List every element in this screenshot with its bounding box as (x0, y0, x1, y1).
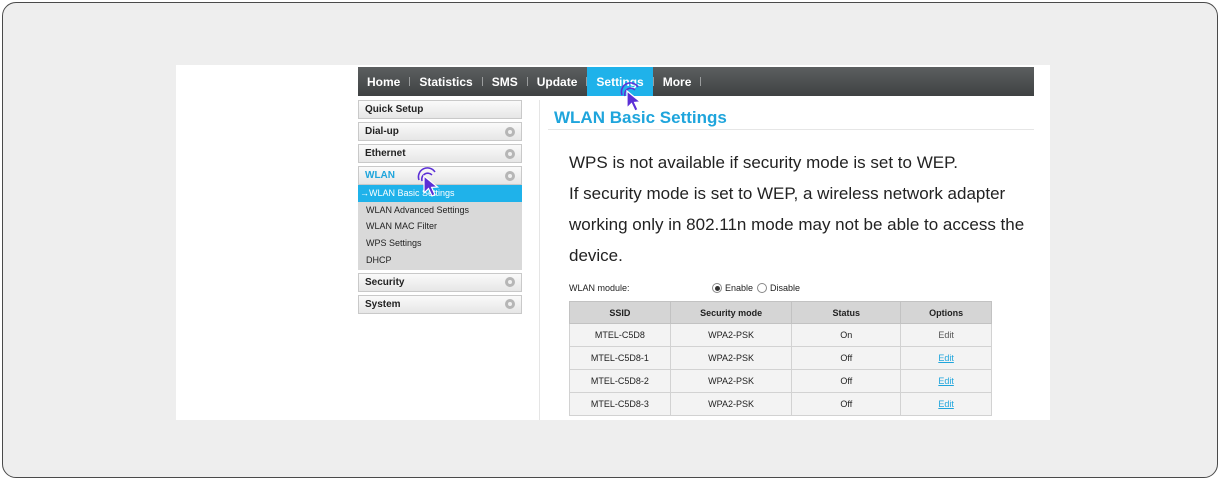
wlan-module-row: WLAN module: Enable Disable (569, 283, 804, 293)
nav-separator (700, 77, 702, 86)
submenu-wlan-advanced-settings[interactable]: WLAN Advanced Settings (358, 202, 522, 219)
ssid-cell: MTEL-C5D8-2 (569, 369, 671, 393)
header-security-mode: Security mode (669, 301, 793, 324)
ssid-cell: MTEL-C5D8-3 (569, 392, 671, 416)
nav-more[interactable]: More (654, 67, 701, 96)
edit-link[interactable]: Edit (938, 399, 954, 409)
disable-radio-option[interactable]: Disable (757, 283, 800, 293)
enable-radio[interactable] (712, 283, 722, 293)
circle-arrow-icon (505, 126, 515, 137)
click-pointer-icon (417, 167, 440, 197)
ssid-cell: MTEL-C5D8 (569, 323, 671, 347)
nav-sms[interactable]: SMS (483, 67, 527, 96)
options-cell: Edit (900, 392, 992, 416)
table-row: MTEL-C5D8 WPA2-PSK On Edit (569, 323, 992, 347)
edit-link[interactable]: Edit (938, 376, 954, 386)
sidebar-item-label: Quick Setup (365, 104, 424, 115)
circle-arrow-icon (505, 277, 515, 288)
nav-update[interactable]: Update (528, 67, 587, 96)
header-ssid: SSID (569, 301, 671, 324)
submenu-dhcp[interactable]: DHCP (358, 251, 522, 268)
circle-arrow-icon (505, 299, 515, 310)
sidebar-item-label: Ethernet (365, 148, 406, 159)
status-cell: On (791, 323, 902, 347)
sidebar-item-label: System (365, 298, 401, 310)
sidebar-item-security[interactable]: Security (358, 272, 522, 292)
window-frame: Home Statistics SMS Update Settings More… (2, 2, 1218, 478)
table-row: MTEL-C5D8-2 WPA2-PSK Off Edit (569, 369, 992, 393)
top-nav-bar: Home Statistics SMS Update Settings More (358, 67, 1034, 96)
nav-home[interactable]: Home (358, 67, 409, 96)
enable-radio-option[interactable]: Enable (712, 283, 753, 293)
header-options: Options (900, 301, 992, 324)
security-cell: WPA2-PSK (669, 369, 793, 393)
table-header-row: SSID Security mode Status Options (569, 301, 992, 324)
sidebar-item-system[interactable]: System (358, 294, 522, 314)
title-divider (548, 129, 1034, 130)
security-cell: WPA2-PSK (669, 392, 793, 416)
content-divider (539, 100, 540, 420)
circle-arrow-icon (505, 148, 515, 159)
settings-sidebar: Quick Setup Dial-up Ethernet WLAN → WLAN… (358, 100, 522, 317)
disable-radio[interactable] (757, 283, 768, 293)
sidebar-item-dialup[interactable]: Dial-up (358, 122, 522, 141)
options-cell: Edit (900, 346, 992, 370)
disable-label: Disable (770, 283, 801, 293)
sidebar-item-label: Dial-up (365, 126, 399, 137)
header-status: Status (791, 301, 902, 324)
options-cell: Edit (900, 323, 992, 347)
circle-arrow-icon (505, 170, 515, 181)
ssid-table: SSID Security mode Status Options MTEL-C… (569, 301, 992, 416)
router-web-ui: Home Statistics SMS Update Settings More… (176, 65, 1050, 420)
notice-line-2: If security mode is set to WEP, a wirele… (569, 184, 1025, 265)
edit-link[interactable]: Edit (938, 353, 954, 363)
table-row: MTEL-C5D8-3 WPA2-PSK Off Edit (569, 392, 992, 416)
click-pointer-icon (620, 82, 643, 112)
security-cell: WPA2-PSK (669, 346, 793, 370)
wlan-submenu: → WLAN Basic Settings WLAN Advanced Sett… (358, 185, 522, 270)
edit-button-disabled: Edit (938, 330, 954, 340)
submenu-wps-settings[interactable]: WPS Settings (358, 235, 522, 252)
sidebar-item-label: WLAN (365, 170, 395, 181)
submenu-wlan-mac-filter[interactable]: WLAN MAC Filter (358, 218, 522, 235)
options-cell: Edit (900, 369, 992, 393)
status-cell: Off (791, 369, 902, 393)
security-cell: WPA2-PSK (669, 323, 793, 347)
sidebar-item-label: Security (365, 276, 405, 288)
nav-statistics[interactable]: Statistics (410, 67, 481, 96)
status-cell: Off (791, 346, 902, 370)
status-cell: Off (791, 392, 902, 416)
enable-label: Enable (725, 283, 754, 293)
wlan-module-label: WLAN module: (569, 283, 630, 293)
notice-line-1: WPS is not available if security mode is… (569, 153, 958, 172)
ssid-cell: MTEL-C5D8-1 (569, 346, 671, 370)
security-notice: WPS is not available if security mode is… (569, 147, 1044, 271)
table-row: MTEL-C5D8-1 WPA2-PSK Off Edit (569, 346, 992, 370)
submenu-arrow-icon: → (360, 188, 369, 199)
sidebar-item-ethernet[interactable]: Ethernet (358, 144, 522, 163)
sidebar-item-quick-setup[interactable]: Quick Setup (358, 100, 522, 119)
